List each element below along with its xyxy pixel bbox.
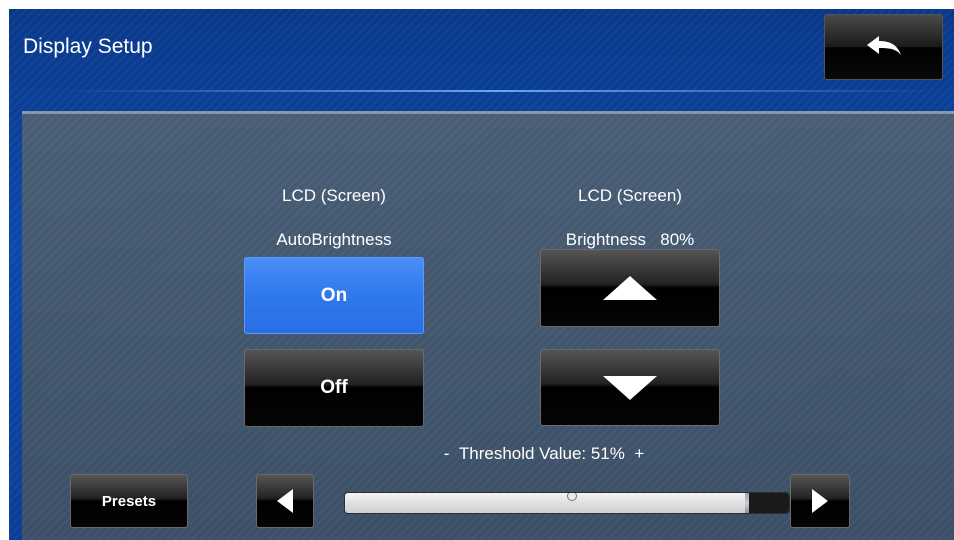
threshold-minus: - — [443, 444, 450, 463]
presets-button[interactable]: Presets — [70, 474, 188, 528]
triangle-up-icon — [603, 276, 657, 300]
triangle-left-icon — [277, 489, 293, 513]
back-button[interactable] — [824, 14, 943, 80]
brightness-heading: LCD (Screen) — [578, 186, 682, 205]
brightness-down-button[interactable] — [540, 349, 720, 426]
brightness-label: Brightness — [565, 230, 647, 249]
threshold-decrease-button[interactable] — [256, 474, 314, 528]
threshold-label: Threshold Value: 51% — [458, 444, 625, 463]
brightness-value: 80% — [660, 230, 695, 249]
threshold-slider-fill — [345, 493, 745, 513]
triangle-down-icon — [603, 375, 657, 400]
threshold-readout: - Threshold Value: 51% + — [394, 444, 694, 464]
threshold-increase-button[interactable] — [790, 474, 850, 528]
settings-panel: LCD (Screen) AutoBrightness On Off LCD (… — [22, 111, 954, 540]
header-divider — [59, 90, 939, 92]
app-window: Display Setup LCD (Screen) AutoBrightnes… — [9, 9, 954, 540]
threshold-plus: + — [634, 444, 645, 463]
triangle-right-icon — [812, 489, 828, 513]
autobrightness-label: AutoBrightness — [276, 230, 392, 249]
brightness-readout: Brightness 80% — [540, 230, 720, 250]
autobrightness-heading: LCD (Screen) — [282, 186, 386, 205]
brightness-up-button[interactable] — [540, 249, 720, 327]
autobrightness-on-button[interactable]: On — [244, 257, 424, 334]
threshold-slider-end — [749, 493, 789, 513]
page-title: Display Setup — [23, 35, 153, 58]
back-arrow-icon — [866, 36, 901, 55]
autobrightness-off-button[interactable]: Off — [244, 349, 424, 427]
threshold-slider[interactable] — [344, 492, 790, 514]
